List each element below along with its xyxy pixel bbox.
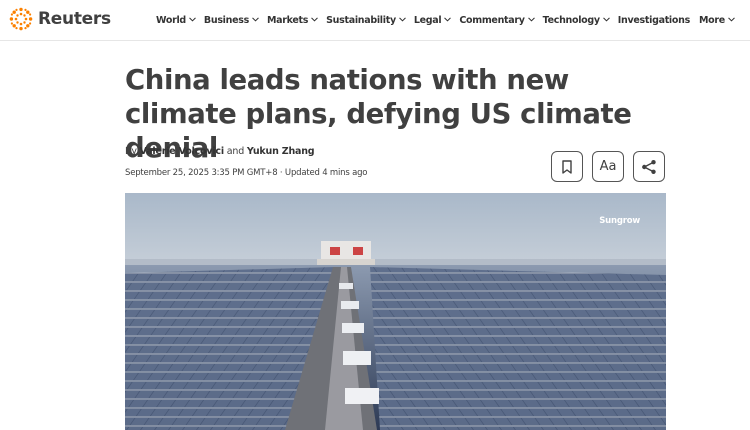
text-size-label: Aa — [599, 159, 617, 174]
image-credit: Sungrow — [599, 216, 640, 226]
solar-farm-photo — [125, 193, 666, 430]
article-dateline: September 25, 2025 3:35 PM GMT+8 · Updat… — [125, 168, 368, 178]
nav-more[interactable]: More — [698, 14, 735, 26]
hero-image[interactable]: Sungrow — [125, 193, 666, 430]
nav-business[interactable]: Business — [203, 14, 259, 26]
nav-markets[interactable]: Markets — [266, 14, 318, 26]
chevron-down-icon — [189, 17, 196, 23]
byline: By Valerie Volcovici and Yukun Zhang — [125, 146, 315, 157]
author-link[interactable]: Valerie Volcovici — [140, 146, 225, 157]
bookmark-button[interactable] — [551, 151, 583, 182]
author-link[interactable]: Yukun Zhang — [247, 146, 315, 157]
nav-label: Markets — [266, 14, 309, 26]
nav-label: Technology — [542, 14, 600, 26]
nav-label: More — [698, 14, 725, 26]
nav-technology[interactable]: Technology — [542, 14, 610, 26]
nav-label: Commentary — [459, 14, 525, 26]
nav-label: Sustainability — [326, 14, 396, 26]
site-header: Reuters World Business Markets Sustainab… — [0, 0, 750, 41]
nav-investigations[interactable]: Investigations — [618, 15, 690, 26]
main-nav: World Business Markets Sustainability Le… — [156, 12, 743, 28]
nav-label: Investigations — [617, 14, 690, 26]
text-size-button[interactable]: Aa — [592, 151, 624, 182]
nav-label: Legal — [413, 14, 442, 26]
chevron-down-icon — [444, 17, 452, 23]
chevron-down-icon — [527, 17, 535, 23]
share-icon — [642, 159, 656, 174]
nav-label: Business — [203, 14, 249, 26]
chevron-down-icon — [728, 17, 735, 23]
bookmark-icon — [562, 159, 572, 174]
reuters-logo[interactable]: Reuters — [9, 7, 111, 31]
chevron-down-icon — [602, 17, 610, 23]
chevron-down-icon — [399, 17, 406, 23]
nav-world[interactable]: World — [156, 14, 196, 26]
byline-prefix: By — [125, 146, 137, 157]
nav-label: World — [156, 14, 186, 26]
share-button[interactable] — [633, 151, 665, 182]
chevron-down-icon — [252, 17, 259, 23]
nav-legal[interactable]: Legal — [413, 14, 452, 26]
reuters-logo-icon — [9, 7, 33, 31]
byline-and: and — [226, 146, 245, 157]
article-tools: Aa — [551, 151, 665, 182]
nav-commentary[interactable]: Commentary — [459, 14, 535, 26]
nav-sustainability[interactable]: Sustainability — [326, 14, 406, 26]
chevron-down-icon — [311, 17, 318, 23]
logo-wordmark: Reuters — [38, 9, 111, 29]
